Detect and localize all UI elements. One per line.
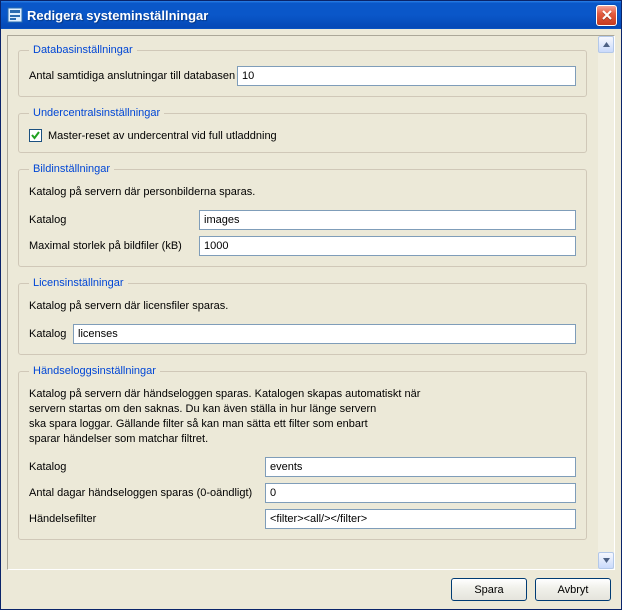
eventlog-dir-input[interactable] [265, 457, 576, 477]
group-eventlog-legend: Händseloggsinställningar [29, 365, 160, 377]
eventlog-days-label: Antal dagar händseloggen sparas (0-oändl… [29, 487, 265, 499]
master-reset-label: Master-reset av undercentral vid full ut… [48, 130, 277, 142]
eventlog-dir-label: Katalog [29, 461, 265, 473]
images-maxsize-input[interactable] [199, 236, 576, 256]
license-dir-input[interactable] [73, 324, 576, 344]
chevron-down-icon [603, 558, 610, 563]
scroll-up-button[interactable] [598, 36, 614, 53]
license-desc: Katalog på servern där licensfiler spara… [29, 299, 576, 314]
group-license-legend: Licensinställningar [29, 277, 128, 289]
checkbox-checked-icon [29, 129, 42, 142]
eventlog-days-input[interactable] [265, 483, 576, 503]
license-dir-label: Katalog [29, 328, 73, 340]
images-dir-input[interactable] [199, 210, 576, 230]
group-license: Licensinställningar Katalog på servern d… [18, 277, 587, 355]
images-dir-label: Katalog [29, 214, 199, 226]
eventlog-filter-label: Händelsefilter [29, 513, 265, 525]
master-reset-checkbox[interactable]: Master-reset av undercentral vid full ut… [29, 129, 277, 142]
group-undercentral: Undercentralsinställningar Master-reset … [18, 107, 587, 153]
chevron-up-icon [603, 42, 610, 47]
cancel-button[interactable]: Avbryt [535, 578, 611, 601]
group-eventlog: Händseloggsinställningar Katalog på serv… [18, 365, 587, 540]
db-connections-input[interactable] [237, 66, 576, 86]
vertical-scrollbar[interactable] [597, 36, 614, 569]
save-button[interactable]: Spara [451, 578, 527, 601]
group-images: Bildinställningar Katalog på servern där… [18, 163, 587, 267]
close-button[interactable] [596, 5, 617, 26]
group-database-legend: Databasinställningar [29, 44, 137, 56]
scroll-track[interactable] [598, 53, 614, 552]
scroll-content: Databasinställningar Antal samtidiga ans… [8, 36, 597, 569]
app-icon [7, 7, 23, 23]
eventlog-filter-input[interactable] [265, 509, 576, 529]
eventlog-desc: Katalog på servern där händseloggen spar… [29, 387, 576, 447]
group-database: Databasinställningar Antal samtidiga ans… [18, 44, 587, 97]
db-connections-label: Antal samtidiga anslutningar till databa… [29, 70, 237, 82]
client-area: Databasinställningar Antal samtidiga ans… [1, 29, 621, 609]
window-title: Redigera systeminställningar [27, 8, 596, 23]
group-images-legend: Bildinställningar [29, 163, 114, 175]
titlebar[interactable]: Redigera systeminställningar [1, 1, 621, 29]
dialog-window: Redigera systeminställningar Databasinst… [0, 0, 622, 610]
images-desc: Katalog på servern där personbilderna sp… [29, 185, 576, 200]
images-maxsize-label: Maximal storlek på bildfiler (kB) [29, 240, 199, 252]
group-undercentral-legend: Undercentralsinställningar [29, 107, 164, 119]
close-icon [602, 10, 612, 20]
scroll-down-button[interactable] [598, 552, 614, 569]
button-bar: Spara Avbryt [7, 570, 615, 601]
scroll-area: Databasinställningar Antal samtidiga ans… [7, 35, 615, 570]
